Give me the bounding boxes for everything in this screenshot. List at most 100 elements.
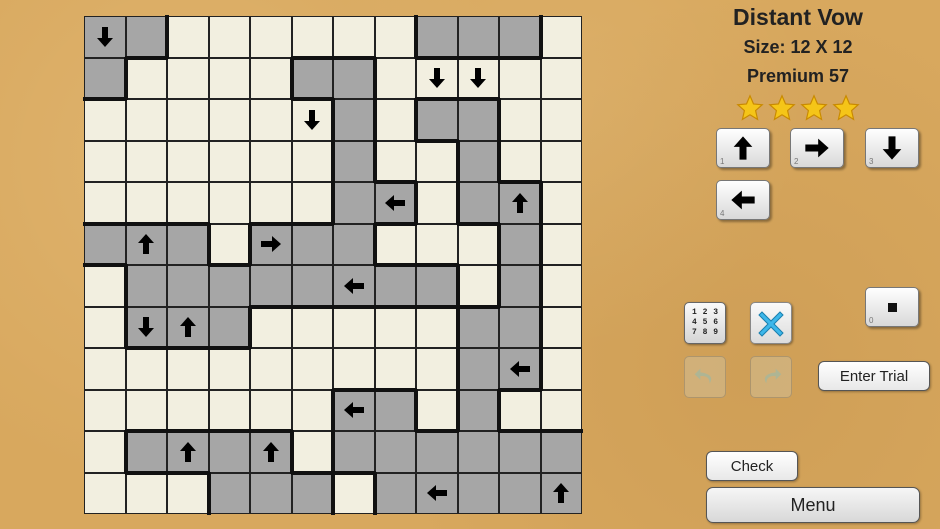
arrow-left-key-button[interactable]: 4 [716,180,770,220]
grid-cell[interactable] [333,99,375,141]
grid-cell[interactable] [540,431,582,473]
grid-cell[interactable] [457,223,499,265]
grid-cell[interactable] [167,57,209,99]
grid-cell[interactable] [84,472,126,514]
grid-cell[interactable] [374,472,416,514]
arrow-down-key-button[interactable]: 3 [865,128,919,168]
grid-cell[interactable] [84,348,126,390]
grid-cell[interactable] [540,223,582,265]
grid-cell[interactable] [457,389,499,431]
grid-cell[interactable] [499,431,541,473]
grid-cell[interactable] [291,57,333,99]
grid-cell[interactable] [374,348,416,390]
grid-cell[interactable] [208,57,250,99]
grid-cell[interactable] [540,182,582,224]
grid-cell[interactable] [167,265,209,307]
grid-cell[interactable] [167,140,209,182]
grid-cell[interactable] [499,16,541,58]
grid-cell[interactable] [374,140,416,182]
grid-cell[interactable] [499,472,541,514]
grid-cell[interactable] [333,306,375,348]
grid-cell[interactable] [84,306,126,348]
grid-cell[interactable] [416,16,458,58]
grid-cell[interactable] [250,472,292,514]
grid-cell[interactable] [208,16,250,58]
grid-cell[interactable] [250,182,292,224]
grid-cell[interactable] [374,306,416,348]
grid-cell[interactable] [333,389,375,431]
grid-cell[interactable] [250,140,292,182]
grid-cell[interactable] [333,57,375,99]
grid-cell[interactable] [416,182,458,224]
grid-cell[interactable] [540,140,582,182]
grid-cell[interactable] [167,472,209,514]
grid-cell[interactable] [208,389,250,431]
grid-cell[interactable] [416,57,458,99]
grid-cell[interactable] [291,431,333,473]
grid-cell[interactable] [499,140,541,182]
grid-cell[interactable] [540,265,582,307]
grid-cell[interactable] [374,431,416,473]
grid-cell[interactable] [374,182,416,224]
grid-cell[interactable] [84,99,126,141]
grid-cell[interactable] [291,182,333,224]
grid-cell[interactable] [416,223,458,265]
grid-cell[interactable] [416,140,458,182]
grid-cell[interactable] [125,16,167,58]
grid-cell[interactable] [250,99,292,141]
grid-cell[interactable] [499,306,541,348]
grid-cell[interactable] [499,348,541,390]
grid-cell[interactable] [208,472,250,514]
grid-cell[interactable] [125,99,167,141]
grid-cell[interactable] [540,389,582,431]
grid-cell[interactable] [125,431,167,473]
grid-cell[interactable] [416,265,458,307]
grid-cell[interactable] [374,16,416,58]
grid-cell[interactable] [540,99,582,141]
grid-cell[interactable] [540,306,582,348]
grid-cell[interactable] [457,182,499,224]
grid-cell[interactable] [291,99,333,141]
grid-cell[interactable] [291,472,333,514]
grid-cell[interactable] [208,140,250,182]
grid-cell[interactable] [84,223,126,265]
grid-cell[interactable] [416,306,458,348]
grid-cell[interactable] [457,99,499,141]
candidates-button[interactable]: 1 2 3 4 5 6 7 8 9 [684,302,726,344]
grid-cell[interactable] [84,389,126,431]
grid-cell[interactable] [125,223,167,265]
grid-cell[interactable] [457,265,499,307]
grid-cell[interactable] [291,223,333,265]
grid-cell[interactable] [125,389,167,431]
grid-cell[interactable] [250,223,292,265]
redo-button[interactable] [750,356,792,398]
grid-cell[interactable] [125,140,167,182]
grid-cell[interactable] [374,265,416,307]
grid-cell[interactable] [208,223,250,265]
grid-cell[interactable] [374,57,416,99]
grid-cell[interactable] [208,348,250,390]
grid-cell[interactable] [84,140,126,182]
grid-cell[interactable] [250,57,292,99]
grid-cell[interactable] [167,348,209,390]
grid-cell[interactable] [125,306,167,348]
grid-cell[interactable] [457,472,499,514]
grid-cell[interactable] [457,306,499,348]
grid-cell[interactable] [167,389,209,431]
grid-cell[interactable] [416,472,458,514]
grid-cell[interactable] [250,431,292,473]
undo-button[interactable] [684,356,726,398]
grid-cell[interactable] [499,389,541,431]
grid-cell[interactable] [84,431,126,473]
grid-cell[interactable] [416,99,458,141]
grid-cell[interactable] [333,472,375,514]
grid-cell[interactable] [416,431,458,473]
grid-cell[interactable] [333,182,375,224]
grid-cell[interactable] [333,16,375,58]
grid-cell[interactable] [333,348,375,390]
grid-cell[interactable] [84,57,126,99]
grid-cell[interactable] [125,57,167,99]
grid-cell[interactable] [125,472,167,514]
grid-cell[interactable] [374,389,416,431]
grid-cell[interactable] [291,140,333,182]
